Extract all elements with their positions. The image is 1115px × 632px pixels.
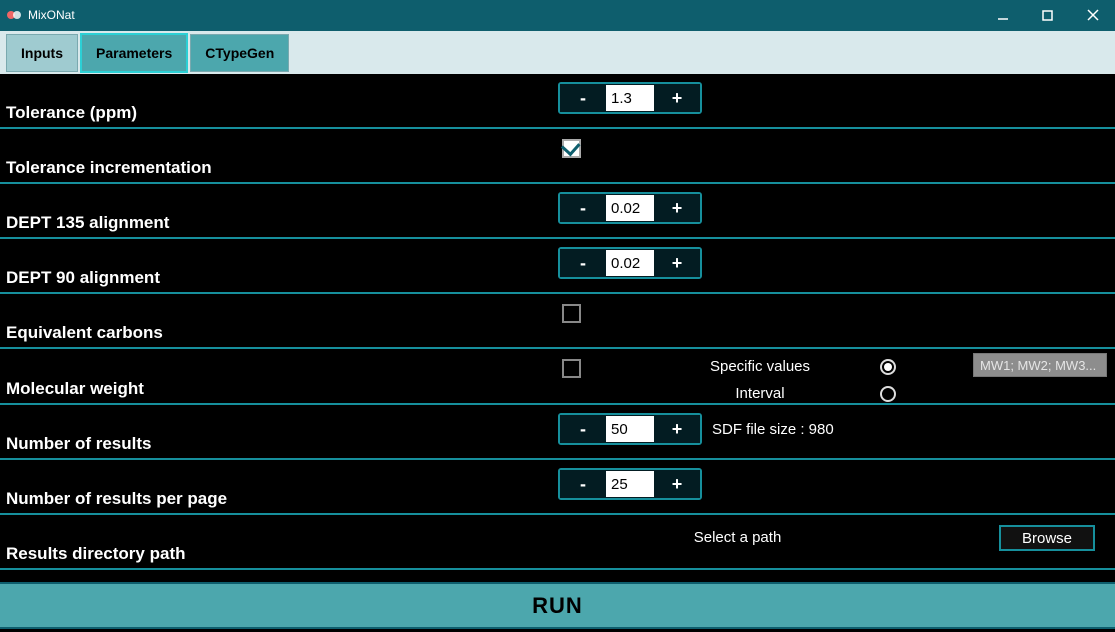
label-num-results: Number of results <box>6 434 556 456</box>
stepper-dept135: - 0.02 + <box>558 192 702 224</box>
label-dept135: DEPT 135 alignment <box>6 213 556 235</box>
dept135-plus[interactable]: + <box>654 194 700 222</box>
dept90-value[interactable]: 0.02 <box>606 250 654 276</box>
checkbox-equiv-carbons[interactable] <box>562 304 581 323</box>
dept90-minus[interactable]: - <box>560 249 606 277</box>
label-specific-values: Specific values <box>660 358 860 375</box>
num-results-plus[interactable]: + <box>654 415 700 443</box>
label-mol-weight: Molecular weight <box>6 379 556 401</box>
row-tolerance-ppm: Tolerance (ppm) - 1.3 + <box>0 74 1115 129</box>
dept135-value[interactable]: 0.02 <box>606 195 654 221</box>
label-tolerance-inc: Tolerance incrementation <box>6 158 556 180</box>
row-dept135: DEPT 135 alignment - 0.02 + <box>0 184 1115 239</box>
stepper-dept90: - 0.02 + <box>558 247 702 279</box>
tolerance-ppm-value[interactable]: 1.3 <box>606 85 654 111</box>
mol-weight-options: Specific values Interval MW1; MW2; MW3..… <box>660 353 1107 407</box>
results-path-text: Select a path <box>560 529 915 546</box>
dept135-minus[interactable]: - <box>560 194 606 222</box>
tabstrip: Inputs Parameters CTypeGen <box>0 30 1115 74</box>
label-results-path: Results directory path <box>6 544 556 566</box>
mol-weight-input[interactable]: MW1; MW2; MW3... <box>973 353 1107 377</box>
maximize-button[interactable] <box>1025 0 1070 30</box>
sdf-file-size-note: SDF file size : 980 <box>712 421 834 438</box>
num-results-minus[interactable]: - <box>560 415 606 443</box>
label-interval: Interval <box>660 385 860 402</box>
stepper-num-results: - 50 + <box>558 413 702 445</box>
minimize-button[interactable] <box>980 0 1025 30</box>
close-button[interactable] <box>1070 0 1115 30</box>
tolerance-ppm-plus[interactable]: + <box>654 84 700 112</box>
dept90-plus[interactable]: + <box>654 249 700 277</box>
checkbox-tolerance-inc[interactable] <box>562 139 581 158</box>
tolerance-ppm-minus[interactable]: - <box>560 84 606 112</box>
run-button[interactable]: RUN <box>0 582 1115 629</box>
label-equiv-carbons: Equivalent carbons <box>6 323 556 345</box>
row-results-path: Results directory path Select a path Bro… <box>0 515 1115 570</box>
checkbox-mol-weight[interactable] <box>562 359 581 378</box>
parameters-panel: Tolerance (ppm) - 1.3 + Tolerance increm… <box>0 74 1115 582</box>
row-dept90: DEPT 90 alignment - 0.02 + <box>0 239 1115 294</box>
titlebar: MixONat <box>0 0 1115 30</box>
window-title: MixONat <box>28 8 75 22</box>
row-num-results: Number of results - 50 + SDF file size :… <box>0 405 1115 460</box>
app-icon <box>6 7 22 23</box>
row-equiv-carbons: Equivalent carbons <box>0 294 1115 349</box>
label-num-per-page: Number of results per page <box>6 489 556 511</box>
browse-button[interactable]: Browse <box>999 525 1095 551</box>
num-per-page-value[interactable]: 25 <box>606 471 654 497</box>
tab-ctypegen[interactable]: CTypeGen <box>190 34 289 72</box>
row-mol-weight: Molecular weight Specific values Interva… <box>0 349 1115 405</box>
num-results-value[interactable]: 50 <box>606 416 654 442</box>
label-dept90: DEPT 90 alignment <box>6 268 556 290</box>
radio-interval[interactable] <box>880 386 896 402</box>
stepper-tolerance-ppm: - 1.3 + <box>558 82 702 114</box>
tab-inputs[interactable]: Inputs <box>6 34 78 72</box>
label-tolerance-ppm: Tolerance (ppm) <box>6 103 556 125</box>
row-num-per-page: Number of results per page - 25 + <box>0 460 1115 515</box>
radio-specific-values[interactable] <box>880 359 896 375</box>
num-per-page-minus[interactable]: - <box>560 470 606 498</box>
tab-parameters[interactable]: Parameters <box>80 33 188 73</box>
stepper-num-per-page: - 25 + <box>558 468 702 500</box>
row-tolerance-inc: Tolerance incrementation <box>0 129 1115 184</box>
num-per-page-plus[interactable]: + <box>654 470 700 498</box>
